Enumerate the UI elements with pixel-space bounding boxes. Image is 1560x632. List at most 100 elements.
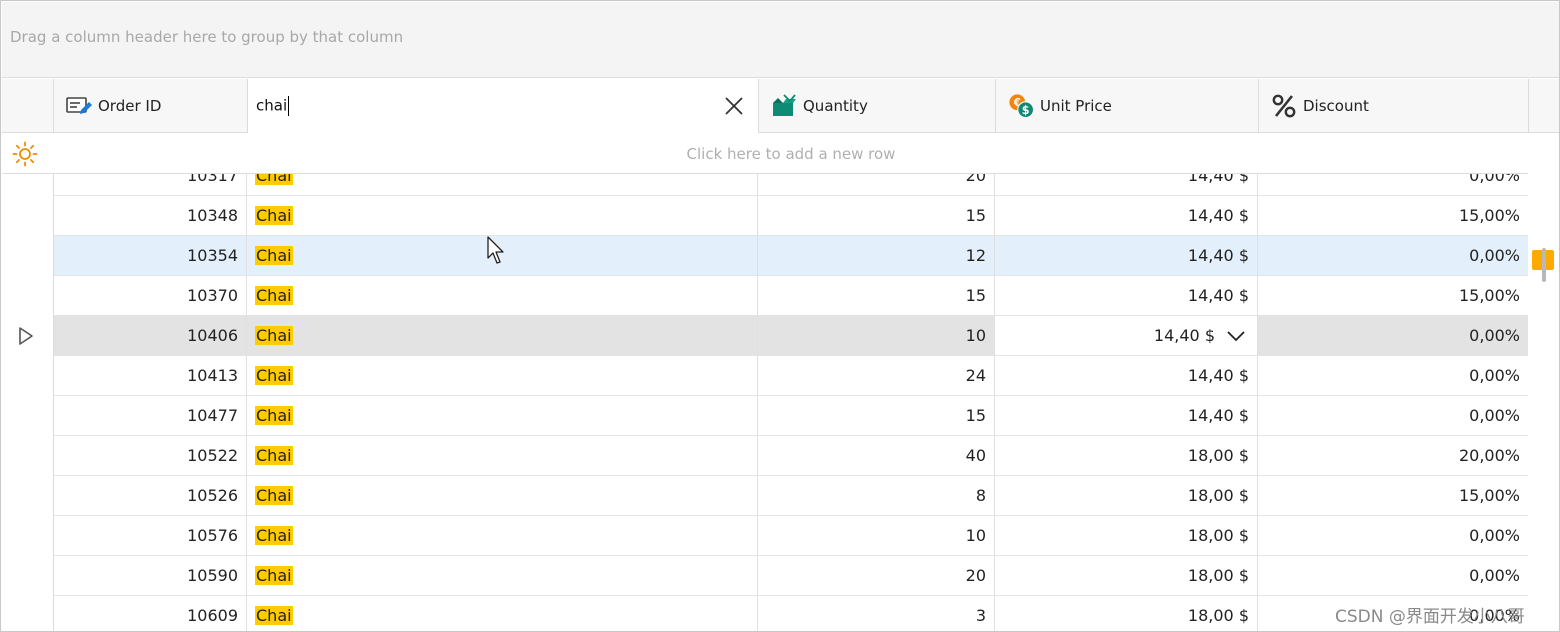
cell-quantity[interactable]: 24 <box>758 356 995 395</box>
unit-price-value: 18,00 $ <box>1187 486 1249 505</box>
cell-order-id[interactable]: 10590 <box>54 556 247 595</box>
cell-discount[interactable]: 0,00% <box>1258 516 1528 555</box>
close-icon <box>725 97 743 115</box>
cell-unit-price[interactable]: 14,40 $ <box>995 356 1258 395</box>
cell-product[interactable]: Chai <box>247 356 758 395</box>
unit-price-value: 14,40 $ <box>1187 366 1249 385</box>
table-row[interactable]: 10590 Chai 20 18,00 $ 0,00% <box>54 556 1528 596</box>
cell-order-id[interactable]: 10370 <box>54 276 247 315</box>
search-input-value: chai <box>256 96 288 115</box>
cell-unit-price[interactable]: 18,00 $ <box>995 596 1258 631</box>
cell-product[interactable]: Chai <box>247 476 758 515</box>
cell-unit-price[interactable]: 14,40 $ <box>995 236 1258 275</box>
unit-price-value: 14,40 $ <box>1187 286 1249 305</box>
cell-discount[interactable]: 0,00% <box>1258 316 1528 355</box>
cell-order-id[interactable]: 10317 <box>54 174 247 195</box>
group-panel[interactable]: Drag a column header here to group by th… <box>2 2 1559 78</box>
cell-order-id[interactable]: 10354 <box>54 236 247 275</box>
table-row[interactable]: 10477 Chai 15 14,40 $ 0,00% <box>54 396 1528 436</box>
quantity-value: 20 <box>965 566 986 585</box>
cell-quantity[interactable]: 15 <box>758 196 995 235</box>
cell-discount[interactable]: 0,00% <box>1258 396 1528 435</box>
table-row[interactable]: 10354 Chai 12 14,40 $ 0,00% <box>54 236 1528 276</box>
quantity-value: 40 <box>965 446 986 465</box>
data-grid: Drag a column header here to group by th… <box>0 0 1560 632</box>
cell-quantity[interactable]: 20 <box>758 174 995 195</box>
table-row[interactable]: 10348 Chai 15 14,40 $ 15,00% <box>54 196 1528 236</box>
cell-discount[interactable]: 15,00% <box>1258 196 1528 235</box>
discount-value: 15,00% <box>1458 486 1520 505</box>
cell-discount[interactable]: 0,00% <box>1258 556 1528 595</box>
header-indicator-cell <box>2 79 54 133</box>
discount-value: 0,00% <box>1469 406 1520 425</box>
cell-quantity[interactable]: 3 <box>758 596 995 631</box>
cell-product[interactable]: Chai <box>247 316 758 355</box>
discount-value: 0,00% <box>1469 246 1520 265</box>
cell-order-id[interactable]: 10477 <box>54 396 247 435</box>
cell-quantity[interactable]: 8 <box>758 476 995 515</box>
cell-order-id[interactable]: 10522 <box>54 436 247 475</box>
cell-quantity[interactable]: 40 <box>758 436 995 475</box>
cell-discount[interactable]: 20,00% <box>1258 436 1528 475</box>
clear-search-button[interactable] <box>722 94 746 118</box>
cell-product[interactable]: Chai <box>247 196 758 235</box>
cell-unit-price[interactable]: 18,00 $ <box>995 516 1258 555</box>
table-row[interactable]: 10609 Chai 3 18,00 $0,00% <box>54 596 1528 631</box>
cell-quantity[interactable]: 10 <box>758 316 995 355</box>
search-input[interactable]: chai <box>256 96 290 116</box>
scrollbar-thumb[interactable] <box>1542 248 1546 282</box>
cell-discount[interactable]: 0,00% <box>1258 174 1528 195</box>
chevron-down-icon[interactable] <box>1225 325 1247 347</box>
cell-discount[interactable]: 0,00% <box>1258 356 1528 395</box>
table-row[interactable]: 10317 Chai 20 14,40 $ 0,00% <box>54 174 1528 196</box>
cell-order-id[interactable]: 10526 <box>54 476 247 515</box>
cell-unit-price[interactable]: 18,00 $ <box>995 436 1258 475</box>
column-header-product-search[interactable]: chai <box>248 79 759 133</box>
cell-order-id[interactable]: 10348 <box>54 196 247 235</box>
cell-unit-price[interactable]: 18,00 $ <box>995 556 1258 595</box>
order-id-value: 10576 <box>187 526 238 545</box>
cell-quantity[interactable]: 10 <box>758 516 995 555</box>
cell-quantity[interactable]: 12 <box>758 236 995 275</box>
cell-quantity[interactable]: 15 <box>758 396 995 435</box>
table-row[interactable]: 10413 Chai 24 14,40 $ 0,00% <box>54 356 1528 396</box>
cell-order-id[interactable]: 10576 <box>54 516 247 555</box>
cell-product[interactable]: Chai <box>247 174 758 195</box>
cell-unit-price[interactable]: 14,40 $ <box>995 174 1258 195</box>
cell-product[interactable]: Chai <box>247 596 758 631</box>
column-header-label: Quantity <box>803 97 868 115</box>
cell-product[interactable]: Chai <box>247 436 758 475</box>
column-header-discount[interactable]: Discount <box>1259 79 1529 133</box>
cell-discount[interactable]: 15,00% <box>1258 276 1528 315</box>
cell-discount[interactable]: 15,00% <box>1258 476 1528 515</box>
cell-product[interactable]: Chai <box>247 556 758 595</box>
quantity-value: 12 <box>965 246 986 265</box>
table-row[interactable]: 10370 Chai 15 14,40 $ 15,00% <box>54 276 1528 316</box>
column-header-quantity[interactable]: Quantity <box>759 79 996 133</box>
cell-discount[interactable]: 0,00% <box>1258 236 1528 275</box>
cell-product[interactable]: Chai <box>247 276 758 315</box>
column-header-unit-price[interactable]: € $ Unit Price <box>996 79 1259 133</box>
quantity-value: 10 <box>965 526 986 545</box>
cell-order-id[interactable]: 10413 <box>54 356 247 395</box>
table-row[interactable]: 10406 Chai 10 14,40 $ 0,00% <box>54 316 1528 356</box>
cell-quantity[interactable]: 15 <box>758 276 995 315</box>
cell-unit-price[interactable]: 14,40 $ <box>995 276 1258 315</box>
cell-product[interactable]: Chai <box>247 396 758 435</box>
table-row[interactable]: 10522 Chai 40 18,00 $ 20,00% <box>54 436 1528 476</box>
cell-unit-price[interactable]: 18,00 $ <box>995 476 1258 515</box>
cell-unit-price[interactable]: 14,40 $ <box>995 196 1258 235</box>
cell-order-id[interactable]: 10609 <box>54 596 247 631</box>
table-row[interactable]: 10576 Chai 10 18,00 $ 0,00% <box>54 516 1528 556</box>
cell-unit-price[interactable]: 14,40 $ <box>995 396 1258 435</box>
column-header-order-id[interactable]: Order ID <box>54 79 248 133</box>
cell-product[interactable]: Chai <box>247 516 758 555</box>
new-item-row[interactable]: Click here to add a new row <box>2 134 1559 174</box>
table-row[interactable]: 10526 Chai 8 18,00 $ 15,00% <box>54 476 1528 516</box>
cell-order-id[interactable]: 10406 <box>54 316 247 355</box>
cell-quantity[interactable]: 20 <box>758 556 995 595</box>
vertical-scrollbar[interactable] <box>1528 134 1559 631</box>
cell-unit-price-editor[interactable]: 14,40 $ <box>995 316 1258 355</box>
column-header-label: Order ID <box>98 97 162 115</box>
svg-text:$: $ <box>1022 104 1030 117</box>
